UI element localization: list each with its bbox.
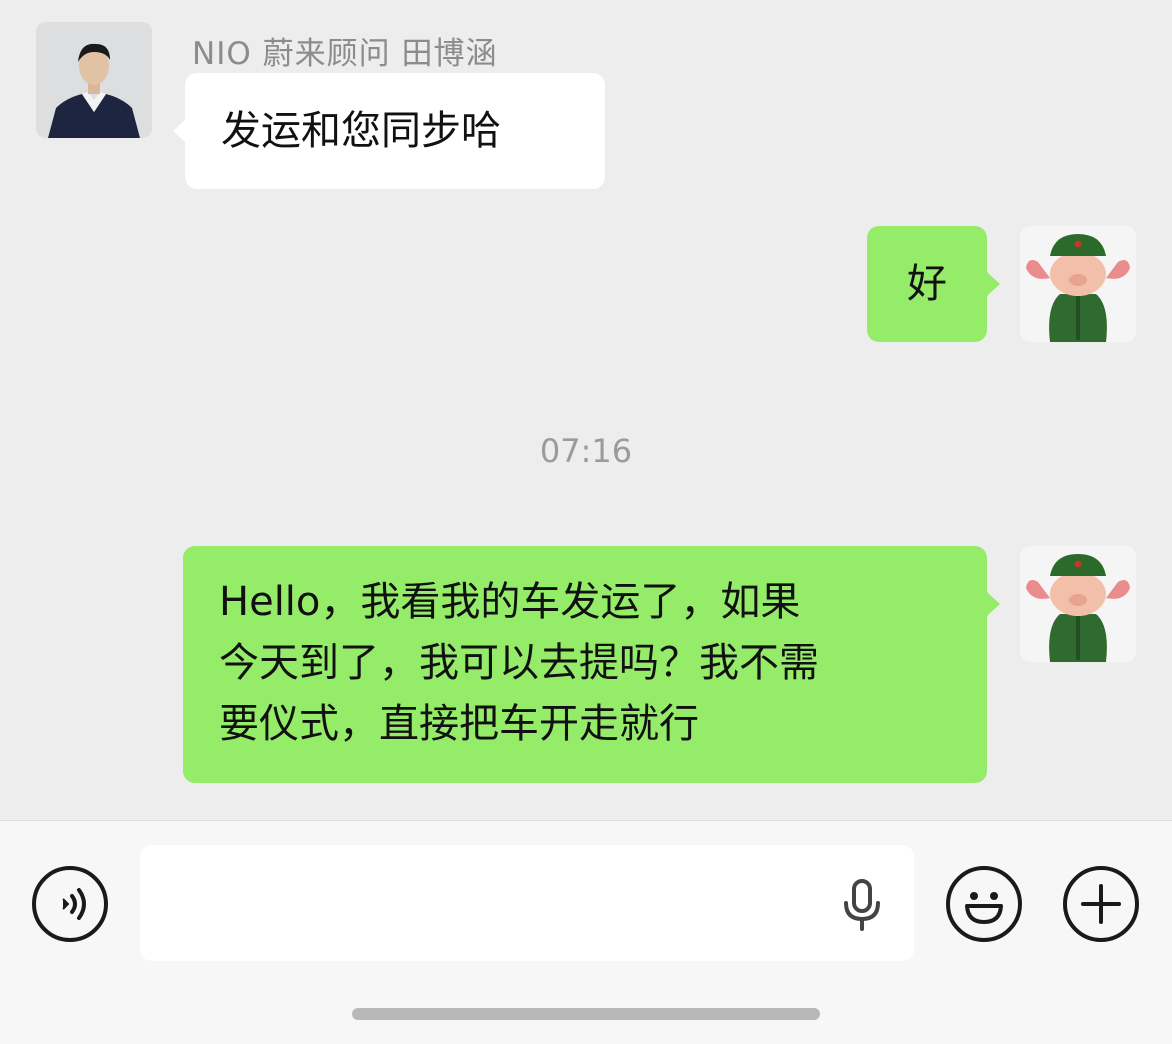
message-line: 今天到了，我可以去提吗？我不需 — [219, 640, 819, 686]
message-bubble-outgoing[interactable]: Hello，我看我的车发运了，如果 今天到了，我可以去提吗？我不需 要仪式，直接… — [183, 546, 1000, 783]
microphone-button[interactable] — [840, 879, 884, 937]
message-bubble-outgoing[interactable]: 好 — [867, 226, 1000, 342]
more-button[interactable] — [1063, 866, 1139, 942]
voice-mode-button[interactable] — [32, 866, 108, 942]
my-avatar[interactable] — [1020, 546, 1136, 662]
emoji-button[interactable] — [946, 866, 1022, 942]
sender-name: NIO 蔚来顾问 田博涵 — [192, 36, 498, 72]
message-line: Hello，我看我的车发运了，如果 — [219, 579, 801, 625]
message-input[interactable] — [140, 845, 914, 961]
microphone-icon — [844, 879, 880, 931]
voice-mode-icon — [62, 888, 86, 920]
chat-area[interactable]: NIO 蔚来顾问 田博涵 发运和您同步哈 好 07:16 Hello，我看我的车… — [0, 0, 1172, 820]
message-text: 发运和您同步哈 — [221, 108, 501, 154]
message-text: 好 — [907, 261, 947, 307]
message-bubble-incoming[interactable]: 发运和您同步哈 — [173, 73, 605, 189]
plus-icon — [1081, 884, 1121, 924]
message-line: 要仪式，直接把车开走就行 — [219, 701, 699, 747]
input-bar — [0, 820, 1172, 1044]
my-avatar[interactable] — [1020, 226, 1136, 342]
timestamp: 07:16 — [539, 432, 633, 470]
advisor-avatar[interactable] — [36, 22, 152, 138]
emoji-icon — [965, 892, 1003, 924]
home-indicator[interactable] — [352, 1008, 820, 1020]
